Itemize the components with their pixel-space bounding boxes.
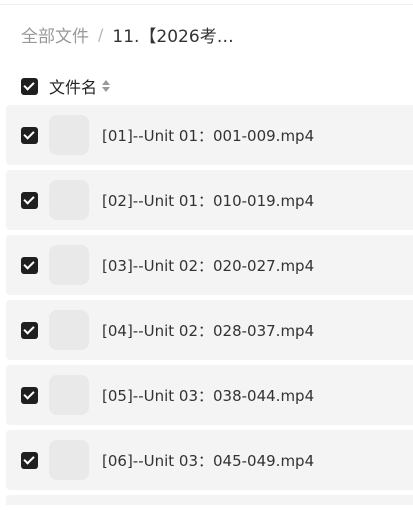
file-row[interactable]: [05]--Unit 03：038-044.mp4 [6, 365, 413, 425]
file-checkbox[interactable] [21, 126, 38, 144]
breadcrumb-current-folder: 11.【2026考… [112, 26, 234, 47]
file-row[interactable]: [04]--Unit 02：028-037.mp4 [6, 300, 413, 360]
file-name[interactable]: [06]--Unit 03：045-049.mp4 [102, 450, 314, 471]
breadcrumb: 全部文件 / 11.【2026考… [21, 21, 234, 47]
video-thumbnail-icon [49, 245, 89, 285]
file-name[interactable]: [02]--Unit 01：010-019.mp4 [102, 190, 314, 211]
file-row[interactable]: [01]--Unit 01：001-009.mp4 [6, 105, 413, 165]
file-name[interactable]: [04]--Unit 02：028-037.mp4 [102, 320, 314, 341]
video-thumbnail-icon [49, 180, 89, 220]
file-name[interactable]: [01]--Unit 01：001-009.mp4 [102, 125, 314, 146]
breadcrumb-separator: / [98, 24, 104, 44]
video-thumbnail-icon [49, 310, 89, 350]
file-row[interactable]: [03]--Unit 02：020-027.mp4 [6, 235, 413, 295]
file-name[interactable]: [05]--Unit 03：038-044.mp4 [102, 385, 314, 406]
file-checkbox[interactable] [21, 191, 38, 209]
top-divider [0, 4, 413, 5]
list-header: 文件名 [21, 74, 111, 98]
filename-column-header[interactable]: 文件名 [49, 74, 97, 98]
file-row[interactable]: [06]--Unit 03：045-049.mp4 [6, 430, 413, 490]
video-thumbnail-icon [49, 440, 89, 480]
sort-icon[interactable] [102, 78, 111, 94]
file-browser: 全部文件 / 11.【2026考… 文件名 [01]--Unit 01：001-… [0, 0, 413, 511]
file-row-partial[interactable] [6, 495, 413, 505]
file-name[interactable]: [03]--Unit 02：020-027.mp4 [102, 255, 314, 276]
file-checkbox[interactable] [21, 256, 38, 274]
video-thumbnail-icon [49, 375, 89, 415]
file-checkbox[interactable] [21, 321, 38, 339]
select-all-checkbox[interactable] [21, 77, 38, 95]
video-thumbnail-icon [49, 115, 89, 155]
file-checkbox[interactable] [21, 386, 38, 404]
file-row[interactable]: [02]--Unit 01：010-019.mp4 [6, 170, 413, 230]
breadcrumb-root-link[interactable]: 全部文件 [21, 22, 89, 47]
file-checkbox[interactable] [21, 451, 38, 469]
file-list: [01]--Unit 01：001-009.mp4 [02]--Unit 01：… [6, 105, 413, 505]
